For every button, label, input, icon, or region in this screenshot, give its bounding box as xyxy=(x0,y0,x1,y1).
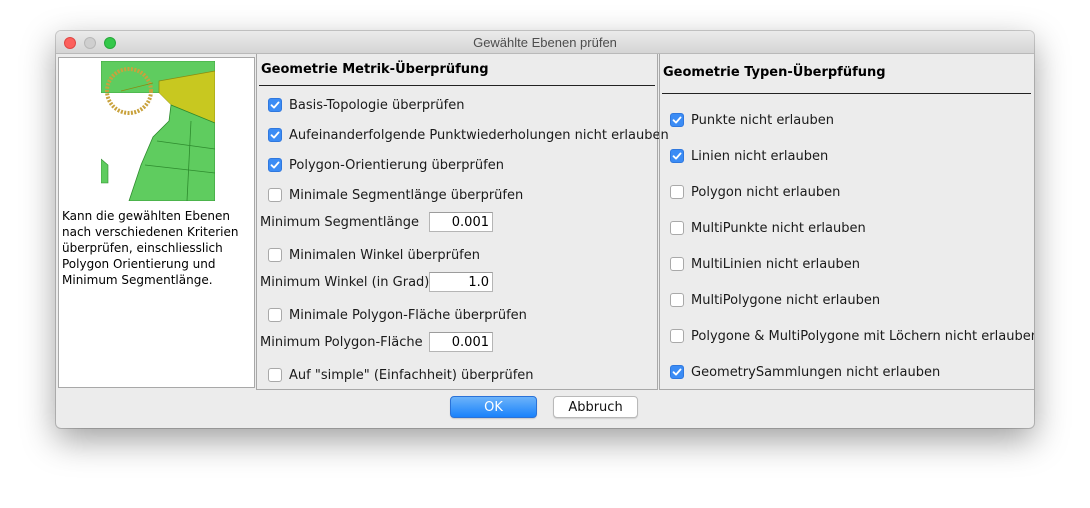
checkbox-punkte[interactable]: Punkte nicht erlauben xyxy=(670,111,834,129)
types-section-title: Geometrie Typen-Überpfüfung xyxy=(663,65,886,80)
dialog-window: Gewählte Ebenen prüfen Kann die gewählte… xyxy=(56,31,1034,428)
checkbox-linien[interactable]: Linien nicht erlauben xyxy=(670,147,828,165)
checkbox-basis-topologie[interactable]: Basis-Topologie überprüfen xyxy=(268,96,464,114)
checkmark-icon xyxy=(672,116,682,124)
min-winkel-label: Minimum Winkel (in Grad) xyxy=(260,274,430,290)
checkmark-icon xyxy=(672,152,682,160)
checkbox-box[interactable] xyxy=(670,329,684,343)
checkbox-label: Polygon-Orientierung überprüfen xyxy=(289,157,504,173)
checkmark-icon xyxy=(270,131,280,139)
checkbox-box[interactable] xyxy=(268,308,282,322)
min-segmentlaenge-row: Minimum Segmentlänge xyxy=(260,212,493,232)
type-check-panel: Geometrie Typen-Überpfüfung Punkte nicht… xyxy=(659,54,1034,390)
checkbox-loecher[interactable]: Polygone & MultiPolygone mit Löchern nic… xyxy=(670,327,1034,345)
checkbox-min-winkel[interactable]: Minimalen Winkel überprüfen xyxy=(268,246,480,264)
ok-button[interactable]: OK xyxy=(450,396,537,418)
checkbox-label: MultiLinien nicht erlauben xyxy=(691,256,860,272)
cancel-button[interactable]: Abbruch xyxy=(553,396,638,418)
metric-section-title: Geometrie Metrik-Überprüfung xyxy=(261,62,489,77)
checkbox-box[interactable] xyxy=(268,158,282,172)
metric-check-panel: Geometrie Metrik-Überprüfung Basis-Topol… xyxy=(256,54,669,390)
checkbox-label: Punkte nicht erlauben xyxy=(691,112,834,128)
checkbox-box[interactable] xyxy=(268,128,282,142)
window-title: Gewählte Ebenen prüfen xyxy=(473,35,617,50)
checkbox-label: Auf "simple" (Einfachheit) überprüfen xyxy=(289,367,534,383)
checkbox-box[interactable] xyxy=(670,257,684,271)
checkbox-label: GeometrySammlungen nicht erlauben xyxy=(691,364,941,380)
geometry-preview-image xyxy=(101,61,215,201)
checkbox-label: Minimale Segmentlänge überprüfen xyxy=(289,187,524,203)
checkbox-label: Polygon nicht erlauben xyxy=(691,184,841,200)
checkbox-box[interactable] xyxy=(670,185,684,199)
checkbox-label: Basis-Topologie überprüfen xyxy=(289,97,465,113)
checkbox-label: Minimalen Winkel überprüfen xyxy=(289,247,481,263)
checkbox-box[interactable] xyxy=(670,149,684,163)
checkbox-box[interactable] xyxy=(670,365,684,379)
checkbox-box[interactable] xyxy=(670,113,684,127)
min-segmentlaenge-label: Minimum Segmentlänge xyxy=(260,214,419,230)
min-flaeche-label: Minimum Polygon-Fläche xyxy=(260,334,423,350)
metric-section-divider xyxy=(259,85,655,86)
checkbox-polygon-orientierung[interactable]: Polygon-Orientierung überprüfen xyxy=(268,156,504,174)
checkmark-icon xyxy=(270,101,280,109)
title-bar[interactable]: Gewählte Ebenen prüfen xyxy=(56,31,1034,54)
checkbox-sammlungen[interactable]: GeometrySammlungen nicht erlauben xyxy=(670,363,940,381)
checkbox-box[interactable] xyxy=(268,188,282,202)
checkbox-label: MultiPolygone nicht erlauben xyxy=(691,292,881,308)
dialog-description: Kann die gewählten Ebenen nach verschied… xyxy=(62,209,239,287)
checkmark-icon xyxy=(270,161,280,169)
checkbox-label: MultiPunkte nicht erlauben xyxy=(691,220,866,236)
checkbox-box[interactable] xyxy=(268,98,282,112)
checkbox-box[interactable] xyxy=(268,368,282,382)
checkbox-min-flaeche[interactable]: Minimale Polygon-Fläche überprüfen xyxy=(268,306,527,324)
checkbox-simple[interactable]: Auf "simple" (Einfachheit) überprüfen xyxy=(268,366,534,384)
checkbox-label: Minimale Polygon-Fläche überprüfen xyxy=(289,307,527,323)
min-flaeche-input[interactable] xyxy=(429,332,493,352)
checkbox-polygon[interactable]: Polygon nicht erlauben xyxy=(670,183,840,201)
min-flaeche-row: Minimum Polygon-Fläche xyxy=(260,332,493,352)
checkbox-multipunkte[interactable]: MultiPunkte nicht erlauben xyxy=(670,219,866,237)
checkbox-multilinien[interactable]: MultiLinien nicht erlauben xyxy=(670,255,860,273)
checkbox-label: Linien nicht erlauben xyxy=(691,148,829,164)
checkbox-box[interactable] xyxy=(670,293,684,307)
checkbox-label: Polygone & MultiPolygone mit Löchern nic… xyxy=(691,328,1034,344)
types-section-divider xyxy=(662,93,1031,94)
min-winkel-row: Minimum Winkel (in Grad) xyxy=(260,272,493,292)
min-winkel-input[interactable] xyxy=(429,272,493,292)
checkbox-label: Aufeinanderfolgende Punktwiederholungen … xyxy=(289,127,669,143)
checkbox-box[interactable] xyxy=(268,248,282,262)
min-segmentlaenge-input[interactable] xyxy=(429,212,493,232)
checkbox-box[interactable] xyxy=(670,221,684,235)
checkbox-min-segmentlaenge[interactable]: Minimale Segmentlänge überprüfen xyxy=(268,186,523,204)
checkbox-multipolygone[interactable]: MultiPolygone nicht erlauben xyxy=(670,291,880,309)
checkbox-punktwiederholungen[interactable]: Aufeinanderfolgende Punktwiederholungen … xyxy=(268,126,669,144)
checkmark-icon xyxy=(672,368,682,376)
info-panel: Kann die gewählten Ebenen nach verschied… xyxy=(58,57,255,388)
